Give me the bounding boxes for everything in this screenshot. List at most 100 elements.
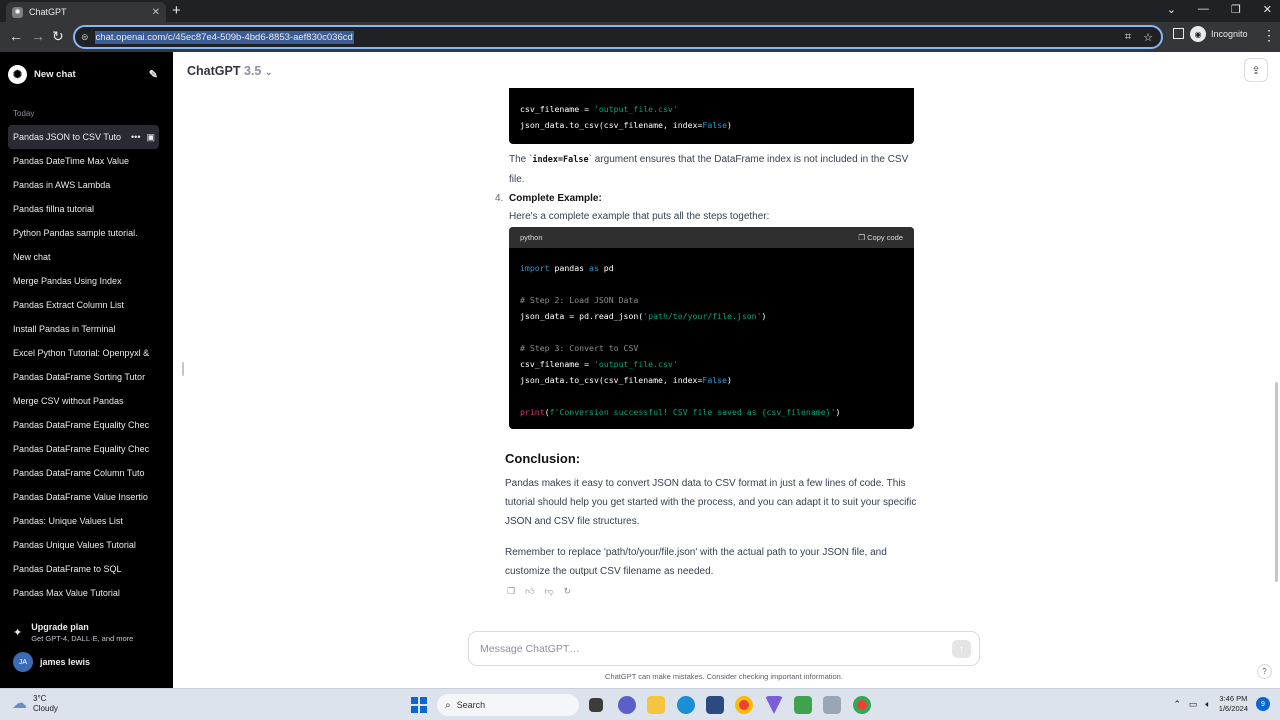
edge-browser-icon[interactable] [677,696,695,714]
edit-icon[interactable]: ✎ [149,68,158,81]
clock[interactable]: 3:46 PM 1/6/2024 [1219,694,1248,714]
history-item[interactable]: Install Pandas in Terminal [8,317,159,341]
message-input[interactable]: Message ChatGPT… ↑ [468,631,980,666]
side-panel-icon[interactable] [1173,28,1184,39]
incognito-eye-icon[interactable]: ⌗ [1125,31,1131,44]
upgrade-plan-button[interactable]: ✦ Upgrade plan Get GPT-4, DALL·E, and mo… [13,622,163,643]
help-button[interactable]: ? [1257,664,1272,679]
restore-icon[interactable]: ❐ [1231,3,1241,16]
browser-toolbar: ← → ↻ ⊜ chat.openai.com/c/45ec87e4-509b-… [0,22,1280,52]
message-actions: ❐ 👍︎ 👎︎ ↻ [507,586,571,597]
upgrade-title: Upgrade plan [31,622,89,632]
history-item-label: Pandas DataFrame to SQL [13,564,122,574]
more-options-icon[interactable]: ••• [131,132,140,143]
history-item[interactable]: Pandas Extract Column List [8,293,159,317]
code-line: json_data.to_csv(csv_filename, index=Fal… [520,375,732,385]
chevron-up-icon[interactable]: ⌃ [1173,699,1181,710]
app-icon[interactable] [765,696,783,714]
sidebar-toggle-handle[interactable] [182,362,184,376]
history-item[interactable]: Pandas DataFrame Sorting Tutor [8,365,159,389]
paragraph: Pandas makes it easy to convert JSON dat… [505,478,917,527]
browser-menu-icon[interactable]: ⋮ [1262,27,1276,44]
history-item-label: Pandas: Unique Values List [13,516,123,526]
tab-search-icon[interactable]: ⌄ [1167,3,1176,16]
forward-arrow-icon[interactable]: → [31,28,45,44]
history-item[interactable]: Pandas DataFrame Value Insertio [8,485,159,509]
close-tab-icon[interactable]: ✕ [152,7,160,18]
browser-tab[interactable]: ✺ ChatGPT ✕ [6,2,166,22]
history-item[interactable]: Pandas: Unique Values List [8,509,159,533]
code-line: csv_filename = 'output_file.csv' [520,359,678,369]
taskbar: ☁ 3°C Cloudy ⌕ Search ⌃ ▭ 🔈︎ 3:46 PM 1/6… [0,688,1280,720]
minimize-icon[interactable]: — [1198,3,1209,16]
regenerate-icon[interactable]: ↻ [564,586,572,597]
arrow-up-icon: ↑ [959,643,964,655]
chat-history-list: Pandas JSON to CSV Tuto ••• ▣ Pandas Dat… [8,125,159,605]
weather-condition: Cloudy [33,704,58,713]
model-selector[interactable]: ChatGPT 3.5 ⌄ [187,64,272,78]
bookmark-star-icon[interactable]: ☆ [1143,31,1153,44]
chat-app-icon[interactable] [618,696,636,714]
history-item[interactable]: Pandas DataFrame to SQL [8,557,159,581]
history-item[interactable]: New chat [8,245,159,269]
volume-icon[interactable]: 🔈︎ [1205,699,1210,710]
copy-code-button[interactable]: ❐ Copy code [858,233,903,242]
history-item[interactable]: Pandas DateTime Max Value [8,149,159,173]
history-item[interactable]: Pandas DataFrame Column Tuto [8,461,159,485]
copy-icon[interactable]: ❐ [507,586,515,597]
address-bar[interactable]: ⊜ chat.openai.com/c/45ec87e4-509b-4bd6-8… [73,25,1163,49]
paragraph: The `index=False` argument ensures that … [509,154,909,185]
history-item[interactable]: Pandas JSON to CSV Tuto ••• ▣ [8,125,159,149]
history-item-label: Pandas JSON to CSV Tuto [13,132,122,142]
url-text[interactable]: chat.openai.com/c/45ec87e4-509b-4bd6-885… [94,30,354,44]
store-icon[interactable] [706,696,724,714]
history-item[interactable]: Pandas DataFrame Equality Chec [8,413,159,437]
start-button[interactable] [411,697,427,713]
code-line: # Step 2: Load JSON Data [520,295,639,305]
thumbs-down-icon[interactable]: 👎︎ [544,586,553,597]
new-chat-button[interactable]: ✺ New chat ✎ [8,62,158,86]
history-item[interactable]: Python Pandas sample tutorial. [8,221,159,245]
list-title: Complete Example: [509,193,602,204]
incognito-indicator[interactable]: ◉ Incognito [1190,26,1248,42]
history-item[interactable]: Pandas Unique Values Tutorial [8,533,159,557]
code-line: print(f'Conversion successful! CSV file … [520,407,841,417]
file-explorer-icon[interactable] [647,696,665,714]
user-menu[interactable]: JA james lewis [13,652,90,672]
weather-widget[interactable]: ☁ 3°C Cloudy [12,694,58,714]
share-button[interactable]: ⇪ [1244,58,1268,82]
chrome-active-icon[interactable] [853,696,871,714]
history-item[interactable]: Merge CSV without Pandas [8,389,159,413]
history-item[interactable]: Excel Python Tutorial: Openpyxl & [8,341,159,365]
user-name: james lewis [40,657,91,667]
disclaimer-text: ChatGPT can make mistakes. Consider chec… [605,672,843,681]
app-icon[interactable] [823,696,841,714]
reload-icon[interactable]: ↻ [52,28,64,45]
history-item[interactable]: Merge Pandas Using Index [8,269,159,293]
chrome-icon[interactable] [735,696,753,714]
clipboard-icon: ❐ [858,233,866,242]
sidebar: ✺ New chat ✎ Today Pandas JSON to CSV Tu… [0,52,173,688]
code-block-header: python ❐ Copy code [509,227,914,248]
new-tab-button[interactable]: + [172,2,181,19]
browser-tab-bar: ✺ ChatGPT ✕ + ⌄ — ❐ ✕ [0,0,1280,22]
history-item[interactable]: Pandas fillna tutorial [8,197,159,221]
scrollbar[interactable] [1275,382,1278,582]
thumbs-up-icon[interactable]: 👍︎ [525,586,534,597]
task-view-icon[interactable] [589,698,603,712]
site-info-icon[interactable]: ⊜ [81,32,89,43]
history-item[interactable]: Pandas Max Value Tutorial [8,581,159,605]
network-icon[interactable]: ▭ [1189,699,1198,710]
notification-badge[interactable]: 9 [1256,697,1270,711]
archive-icon[interactable]: ▣ [146,132,155,143]
list-item: 4. Complete Example: [495,189,915,208]
taskbar-search[interactable]: ⌕ Search [437,694,579,716]
history-item[interactable]: Pandas DataFrame Equality Chec [8,437,159,461]
send-button[interactable]: ↑ [952,640,971,658]
history-item[interactable]: Pandas in AWS Lambda [8,173,159,197]
section-heading: Conclusion: [505,451,581,466]
notepad-icon[interactable] [794,696,812,714]
system-tray: ⌃ ▭ 🔈︎ 3:46 PM 1/6/2024 9 [1173,694,1270,714]
close-window-icon[interactable]: ✕ [1263,3,1272,16]
back-arrow-icon[interactable]: ← [9,28,23,44]
